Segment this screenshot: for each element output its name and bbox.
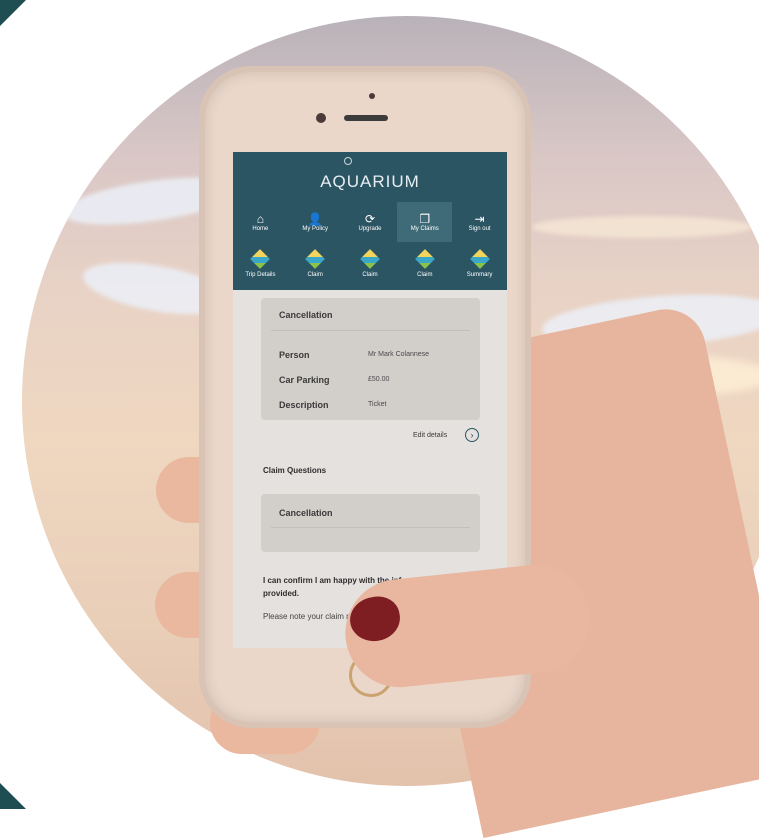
divider bbox=[271, 527, 470, 528]
corner-accent-top bbox=[0, 0, 26, 26]
nav-upgrade[interactable]: ⟳ Upgrade bbox=[343, 202, 398, 242]
step-claim-1[interactable]: Claim bbox=[288, 244, 343, 286]
home-icon: ⌂ bbox=[256, 212, 265, 226]
cube-icon bbox=[360, 249, 380, 269]
row-label-person: Person bbox=[279, 350, 310, 360]
sign-out-icon: ⇥ bbox=[474, 212, 485, 226]
cube-icon bbox=[305, 249, 326, 269]
nav-label: Home bbox=[252, 226, 269, 232]
chevron-right-icon[interactable]: › bbox=[465, 428, 479, 442]
user-icon: 👤 bbox=[307, 212, 323, 226]
app-logo: AQUARIUM bbox=[320, 172, 420, 191]
step-label: Claim bbox=[417, 272, 433, 278]
phone-sensor bbox=[369, 93, 375, 99]
nav-my-policy[interactable]: 👤 My Policy bbox=[288, 202, 343, 242]
step-trip-details[interactable]: Trip Details bbox=[233, 244, 288, 286]
claim-questions-card: Cancellation bbox=[261, 494, 480, 552]
claim-steps: Trip Details Claim Claim Claim Summary bbox=[233, 244, 507, 286]
wave bbox=[532, 216, 752, 238]
cube-icon bbox=[414, 249, 435, 269]
step-label: Claim bbox=[362, 272, 378, 278]
card-title: Cancellation bbox=[279, 310, 333, 320]
edit-details-link[interactable]: Edit details bbox=[413, 432, 447, 439]
step-label: Summary bbox=[466, 272, 493, 278]
gift-icon bbox=[469, 249, 490, 269]
row-label-car-parking: Car Parking bbox=[279, 375, 330, 385]
nav-sign-out[interactable]: ⇥ Sign out bbox=[452, 202, 507, 242]
main-nav: ⌂ Home 👤 My Policy ⟳ Upgrade ❐ My Claims… bbox=[233, 202, 507, 242]
step-summary[interactable]: Summary bbox=[452, 244, 507, 286]
step-label: Claim bbox=[307, 272, 323, 278]
nav-home[interactable]: ⌂ Home bbox=[233, 202, 288, 242]
step-label: Trip Details bbox=[245, 272, 276, 278]
app-header: AQUARIUM ⌂ Home 👤 My Policy ⟳ Upgrade ❐ … bbox=[233, 152, 507, 290]
front-camera bbox=[316, 113, 326, 123]
cancellation-card: Cancellation Person Mr Mark Colannese Ca… bbox=[261, 298, 480, 420]
row-value-car-parking: £50.00 bbox=[368, 376, 390, 383]
claims-icon: ❐ bbox=[419, 212, 431, 226]
nav-label: Upgrade bbox=[358, 226, 382, 232]
logo-mark-icon bbox=[344, 157, 352, 165]
row-label-description: Description bbox=[279, 400, 329, 410]
cube-icon bbox=[250, 249, 271, 269]
nav-label: My Policy bbox=[302, 226, 329, 232]
step-claim-2[interactable]: Claim bbox=[343, 244, 398, 286]
claim-questions-heading: Claim Questions bbox=[263, 466, 327, 475]
corner-accent-bottom bbox=[0, 783, 26, 809]
nav-my-claims[interactable]: ❐ My Claims bbox=[397, 202, 453, 242]
row-value-description: Ticket bbox=[368, 401, 387, 408]
row-value-person: Mr Mark Colannese bbox=[368, 351, 430, 358]
nav-label: My Claims bbox=[410, 226, 439, 232]
phone-speaker bbox=[344, 115, 388, 121]
divider bbox=[271, 330, 470, 331]
card-title: Cancellation bbox=[279, 508, 333, 518]
refresh-icon: ⟳ bbox=[364, 212, 376, 226]
step-claim-3[interactable]: Claim bbox=[397, 244, 452, 286]
nav-label: Sign out bbox=[468, 226, 491, 232]
